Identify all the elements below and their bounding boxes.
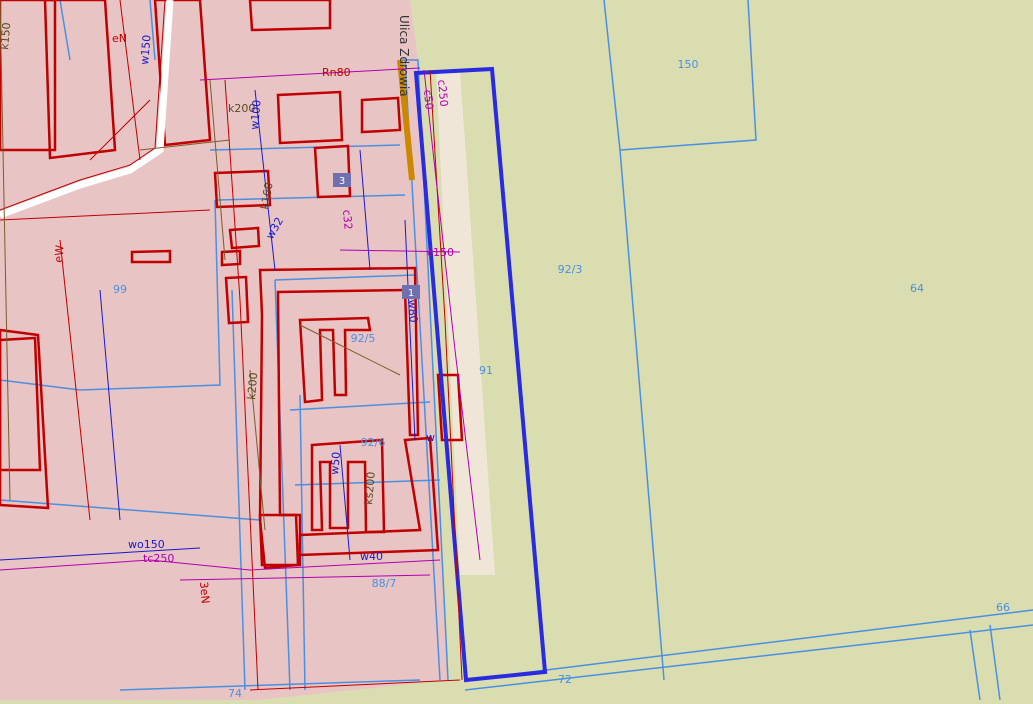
- parcel-number: 64: [910, 282, 924, 295]
- parcel-number: 72: [558, 673, 572, 686]
- parcel-number: 91: [479, 364, 493, 377]
- parcel-number: 92/5: [351, 332, 376, 345]
- utility-label: w100: [248, 99, 264, 130]
- street-name: Ulica Zdrowia: [397, 15, 411, 97]
- utility-label: w40: [360, 550, 383, 563]
- parcel-number: 92/3: [558, 263, 583, 276]
- utility-label: 3eN: [197, 581, 212, 604]
- utility-label: c250: [435, 79, 450, 107]
- parcel-number: 99: [113, 283, 127, 296]
- utility-label: w80: [405, 299, 420, 323]
- building-number-badge[interactable]: 3: [333, 173, 351, 187]
- utility-label: eW: [52, 244, 66, 263]
- map-view[interactable]: 3 1 Ulica Zdrowia 150 92/3 64 99 91 92/5…: [0, 0, 1033, 701]
- parcel-number: 92/6: [361, 436, 386, 449]
- utility-label: c150: [427, 246, 454, 259]
- utility-label: w150: [138, 34, 154, 65]
- utility-label: c50: [421, 89, 436, 110]
- parcel-number: 66: [996, 601, 1010, 614]
- building-number-label: 1: [408, 288, 414, 299]
- utility-label: k200: [245, 372, 260, 400]
- parcel-number: 88/7: [372, 577, 397, 590]
- building-number-badge[interactable]: 1: [402, 285, 420, 299]
- built-area: [0, 0, 448, 700]
- utility-label: eN: [112, 32, 127, 45]
- utility-label: Rn80: [322, 66, 351, 79]
- utility-label: c32: [340, 209, 355, 230]
- parcel-number: 150: [678, 58, 699, 71]
- parcel-number: 74: [228, 687, 242, 700]
- utility-label: w50: [328, 451, 343, 475]
- map-canvas[interactable]: 3 1 Ulica Zdrowia 150 92/3 64 99 91 92/5…: [0, 0, 1033, 701]
- building-number-label: 3: [339, 176, 345, 187]
- utility-label: w: [426, 431, 435, 444]
- utility-label: tc250: [143, 552, 174, 565]
- utility-label: wo150: [128, 538, 165, 551]
